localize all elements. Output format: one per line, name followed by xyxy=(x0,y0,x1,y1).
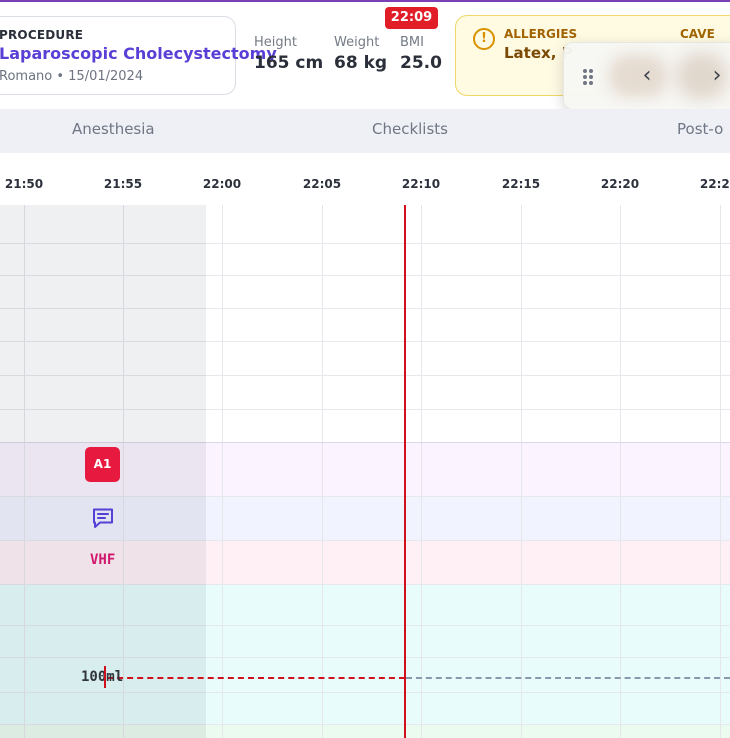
time-tick-label: 21:55 xyxy=(103,177,143,191)
tab-checklists[interactable]: Checklists xyxy=(372,120,448,138)
patient-header: PROCEDURE Laparoscopic Cholecystectomy R… xyxy=(0,2,730,110)
weight-label: Weight xyxy=(334,35,380,50)
comment-icon[interactable] xyxy=(91,507,115,529)
current-time-badge: 22:09 xyxy=(385,7,438,29)
procedure-meta: Romano • 15/01/2024 xyxy=(0,69,144,84)
anesthesia-record-grid[interactable]: A1 VHF 100ml xyxy=(0,205,730,738)
height-vital: Height 165 cm xyxy=(254,35,323,73)
height-value: 165 cm xyxy=(254,53,324,73)
timeline-header: 21:50 21:55 22:00 22:05 22:10 22:15 22:2… xyxy=(0,153,730,205)
procedure-kicker: PROCEDURE xyxy=(0,28,84,42)
fluid-start-marker xyxy=(104,666,106,688)
time-tick-label: 22:00 xyxy=(202,177,242,191)
next-button[interactable]: › xyxy=(707,62,727,90)
warning-icon: ! xyxy=(473,28,495,50)
time-tick-label: 22:15 xyxy=(501,177,541,191)
infusion-line-planned xyxy=(406,677,730,679)
navigation-popover[interactable]: ‹ › xyxy=(563,42,730,110)
weight-vital: Weight 68 kg xyxy=(334,35,387,73)
drag-handle-icon[interactable] xyxy=(583,69,593,85)
tab-post-op[interactable]: Post-o xyxy=(677,120,723,138)
section-tabs: Anesthesia Checklists Post-o xyxy=(0,109,730,153)
cave-kicker: CAVE xyxy=(680,27,715,41)
bmi-value: 25.0 xyxy=(400,53,442,73)
allergies-kicker: ALLERGIES xyxy=(504,27,578,41)
time-tick-label: 21:50 xyxy=(4,177,44,191)
procedure-card[interactable]: PROCEDURE Laparoscopic Cholecystectomy R… xyxy=(0,16,277,95)
current-time-line xyxy=(404,205,406,738)
time-tick-label: 22:20 xyxy=(600,177,640,191)
infusion-line-elapsed xyxy=(107,677,405,679)
bmi-label: BMI xyxy=(400,35,424,50)
bmi-vital: BMI 25.0 xyxy=(400,35,442,73)
tab-anesthesia[interactable]: Anesthesia xyxy=(72,120,155,138)
ventilation-mode-label[interactable]: VHF xyxy=(90,552,115,568)
time-tick-label: 22:25 xyxy=(699,177,730,191)
procedure-name: Laparoscopic Cholecystectomy xyxy=(0,44,277,63)
previous-button[interactable]: ‹ xyxy=(637,62,657,90)
height-label: Height xyxy=(254,35,297,50)
time-tick-label: 22:05 xyxy=(302,177,342,191)
time-tick-label: 22:10 xyxy=(401,177,441,191)
a1-event-badge[interactable]: A1 xyxy=(85,447,120,482)
weight-value: 68 kg xyxy=(334,53,388,73)
fluid-volume-label[interactable]: 100ml xyxy=(81,669,123,685)
